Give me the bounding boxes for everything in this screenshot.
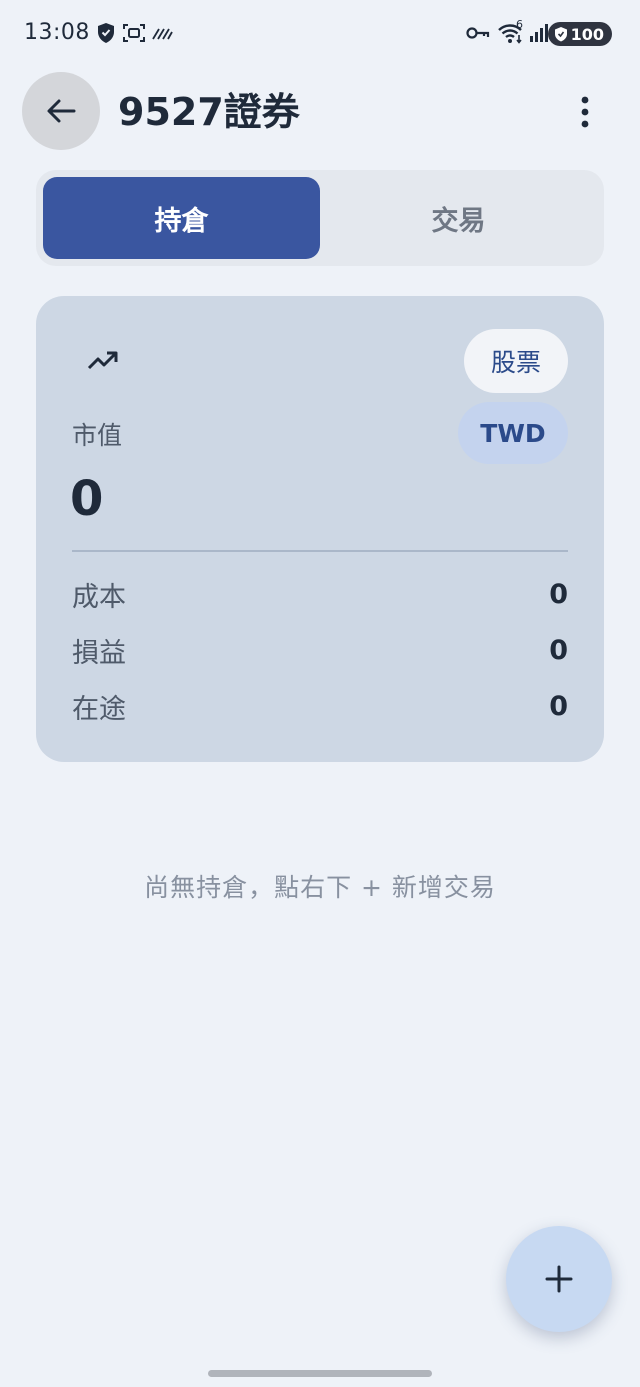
back-button[interactable] — [22, 72, 100, 150]
trending-up-icon — [86, 346, 120, 374]
battery-level: 100 — [570, 24, 604, 44]
tab-transactions[interactable]: 交易 — [320, 177, 597, 259]
add-transaction-button[interactable] — [506, 1226, 612, 1332]
status-time: 13:08 — [24, 20, 90, 45]
more-vertical-icon — [581, 96, 589, 128]
metric-row-pnl: 損益 0 — [72, 630, 568, 670]
shield-icon — [94, 20, 118, 46]
more-menu-button[interactable] — [570, 92, 600, 132]
metric-value: 0 — [549, 578, 568, 610]
cellular-signal-icon — [528, 20, 550, 46]
vpn-key-icon — [466, 20, 490, 46]
data-saver-icon — [151, 20, 173, 46]
home-indicator[interactable] — [208, 1370, 432, 1377]
metric-label: 損益 — [72, 637, 126, 669]
card-divider — [72, 550, 568, 552]
metric-value: 0 — [549, 634, 568, 666]
portfolio-summary-card: 股票 TWD 市值 0 成本 0 損益 0 在途 0 — [36, 296, 604, 762]
metric-label: 在途 — [72, 693, 126, 725]
metric-label: 成本 — [72, 581, 126, 613]
battery-icon — [554, 26, 568, 42]
market-value: 0 — [70, 471, 104, 527]
page-title: 9527證券 — [118, 90, 300, 134]
plus-icon — [544, 1264, 574, 1294]
arrow-left-icon — [46, 98, 76, 124]
status-bar: 13:08 6 100 — [0, 0, 640, 68]
signal-badge: 6 — [516, 18, 523, 31]
tab-holdings[interactable]: 持倉 — [43, 177, 320, 259]
metric-row-in-transit: 在途 0 — [72, 686, 568, 726]
asset-type-chip[interactable]: 股票 — [464, 329, 568, 393]
metric-row-cost: 成本 0 — [72, 574, 568, 614]
metric-value: 0 — [549, 690, 568, 722]
segmented-tabs: 持倉 交易 — [36, 170, 604, 266]
empty-state-message: 尚無持倉，點右下 + 新增交易 — [144, 873, 496, 902]
market-value-label: 市值 — [72, 421, 123, 450]
screen-record-icon — [121, 20, 147, 46]
currency-chip[interactable]: TWD — [458, 402, 568, 464]
battery-indicator: 100 — [547, 22, 612, 46]
